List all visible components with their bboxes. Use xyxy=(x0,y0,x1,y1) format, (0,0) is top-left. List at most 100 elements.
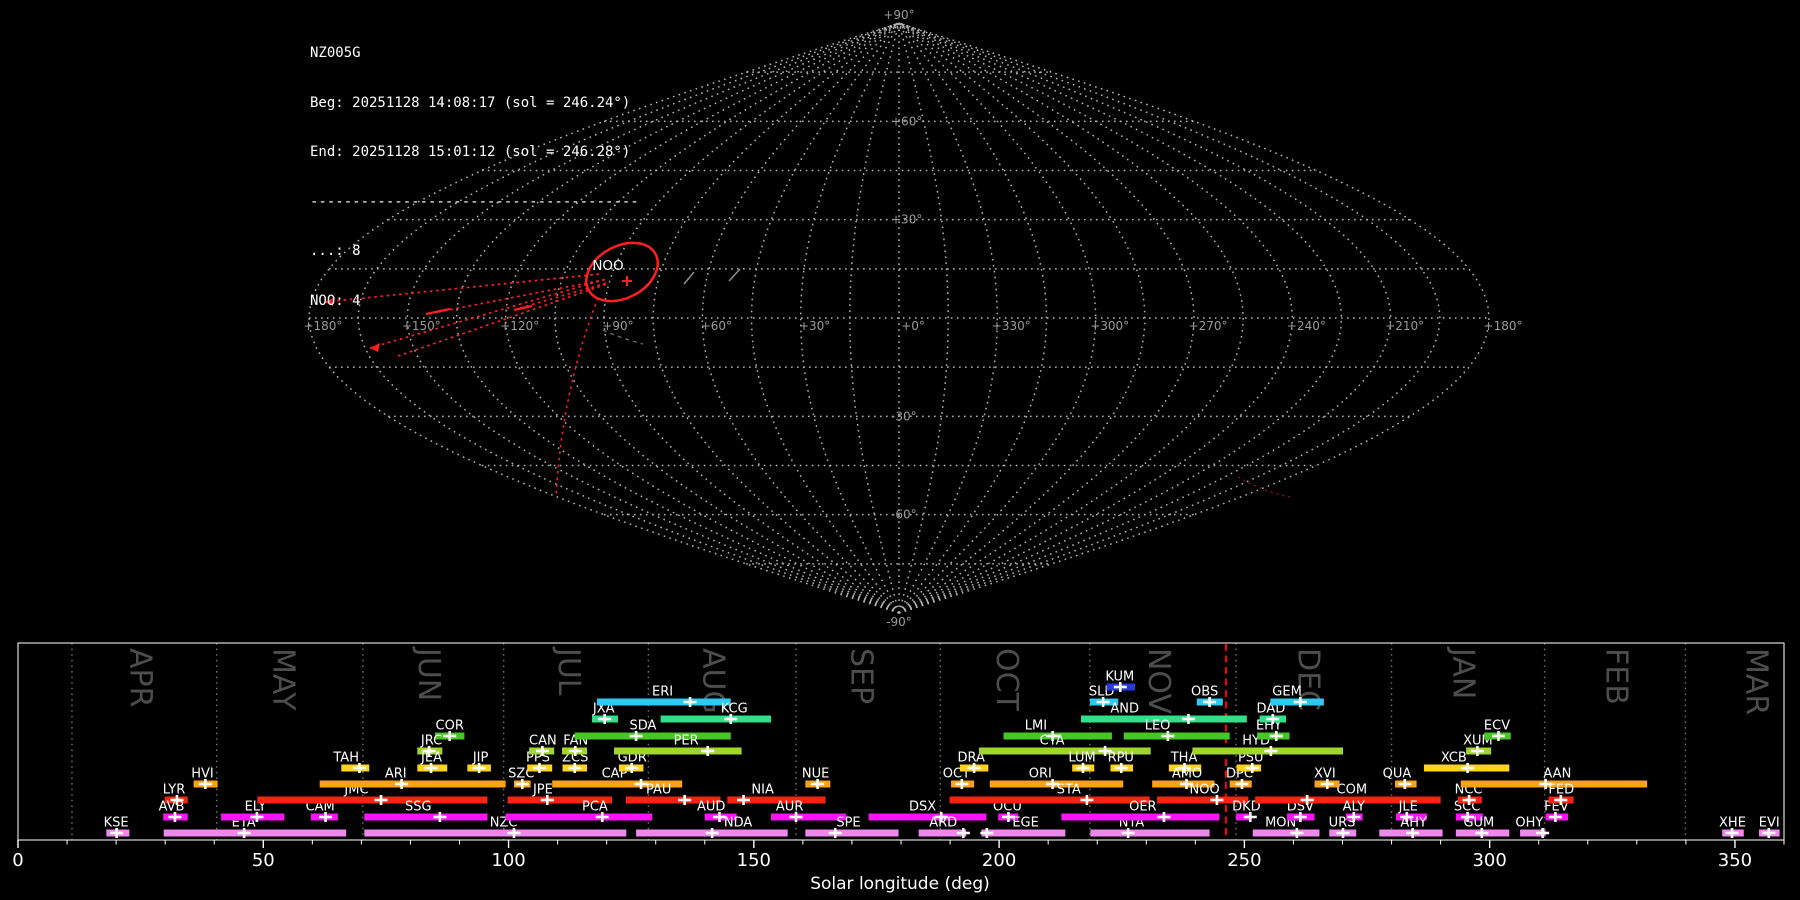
shower-label-ard: ARD xyxy=(929,816,957,831)
shower-qua: QUA xyxy=(1383,767,1417,789)
shower-label-lum: LUM xyxy=(1068,751,1095,766)
shower-label-avb: AVB xyxy=(159,800,185,815)
shower-label-xvi: XVI xyxy=(1314,767,1336,782)
month-label-apr: APR xyxy=(123,648,158,707)
shower-bar-ari xyxy=(319,780,506,788)
shower-fed: FED xyxy=(1548,783,1574,805)
faint-red-arc xyxy=(1237,476,1291,498)
map-pole-top-label: +90° xyxy=(883,8,914,22)
shower-bar-dsx xyxy=(868,813,987,821)
shower-lum: LUM xyxy=(1068,751,1096,773)
shower-kse: KSE xyxy=(104,816,130,838)
shower-label-nia: NIA xyxy=(751,783,774,798)
map-lon-label: +210° xyxy=(1385,319,1424,333)
shower-label-leo: LEO xyxy=(1145,719,1171,734)
month-label-sep: SEP xyxy=(844,648,879,704)
month-label-feb: FEB xyxy=(1599,648,1634,705)
shower-hvi: HVI xyxy=(191,767,218,789)
shower-bar-nzc xyxy=(364,829,627,837)
shower-bar-aur xyxy=(771,813,847,821)
header-separator: --------------------------------------- xyxy=(310,193,639,210)
month-label-may: MAY xyxy=(265,648,300,711)
count-unassigned: ...: 8 xyxy=(310,243,361,259)
map-lat-label: +30° xyxy=(891,213,922,227)
shower-label-ahy: AHY xyxy=(1400,816,1427,831)
activity-timeline: APR MAY JUN JUL AUG SEP OCT NOV DEC JAN FEB MARKSEH… xyxy=(12,642,1785,894)
shower-gum: GUM xyxy=(1455,816,1510,838)
shower-rpu: RPU xyxy=(1108,751,1134,773)
month-label-jun: JUN xyxy=(411,646,446,701)
month-label-oct: OCT xyxy=(989,648,1024,712)
shower-bar-eta xyxy=(163,829,347,837)
shower-evi: EVI xyxy=(1759,816,1780,838)
sporadic-mark xyxy=(728,268,741,282)
shower-label-aly: ALY xyxy=(1343,800,1365,815)
begin-time-line: Beg: 20251128 14:08:17 (sol = 246.24°) xyxy=(310,94,631,111)
x-tick-label: 0 xyxy=(12,850,23,871)
shower-bar-sda xyxy=(574,732,731,740)
shower-label-gum: GUM xyxy=(1463,816,1494,831)
shower-label-jrc: JRC xyxy=(420,734,442,749)
shower-kum: KUM xyxy=(1105,670,1135,692)
shower-label-xhe: XHE xyxy=(1719,816,1746,831)
map-lon-label: +240° xyxy=(1287,319,1326,333)
shower-label-jea: JEA xyxy=(420,751,442,766)
x-tick-label: 50 xyxy=(252,850,275,871)
map-lon-label: +330° xyxy=(992,319,1031,333)
shower-label-obs: OBS xyxy=(1191,685,1218,700)
shower-label-cor: COR xyxy=(436,719,464,734)
shower-label-ari: ARI xyxy=(385,767,407,782)
shower-aly: ALY xyxy=(1343,800,1365,822)
shower-can: CAN xyxy=(529,734,557,756)
shower-label-ege: EGE xyxy=(1012,816,1039,831)
shower-bar-mon xyxy=(1252,829,1320,837)
shower-obs: OBS xyxy=(1191,685,1223,707)
shower-nue: NUE xyxy=(802,767,831,789)
shower-label-aur: AUR xyxy=(776,800,803,815)
shower-label-qua: QUA xyxy=(1383,767,1412,782)
x-tick-label: 100 xyxy=(491,850,525,871)
shower-bar-spe xyxy=(805,829,899,837)
shower-label-kse: KSE xyxy=(104,816,129,831)
shower-label-com: COM xyxy=(1337,783,1368,798)
shower-label-sda: SDA xyxy=(629,719,656,734)
shower-label-per: PER xyxy=(674,734,699,749)
shower-label-sta: STA xyxy=(1057,783,1081,798)
shower-label-gem: GEM xyxy=(1272,685,1302,700)
shower-ohy: OHY xyxy=(1515,816,1550,838)
shower-label-kum: KUM xyxy=(1105,670,1134,685)
map-lon-label: +0° xyxy=(901,319,925,333)
shower-label-pca: PCA xyxy=(582,800,608,815)
shower-label-lmi: LMI xyxy=(1025,719,1047,734)
map-meridian xyxy=(898,22,1441,614)
shower-ecv: ECV xyxy=(1484,719,1511,741)
map-pole-bottom-label: -90° xyxy=(886,615,912,629)
shower-label-oer: OER xyxy=(1129,800,1156,815)
shower-bar-per xyxy=(614,747,742,755)
map-lat-label: -60° xyxy=(891,508,917,522)
shower-bar-pca xyxy=(505,813,653,821)
shower-bar-ssg xyxy=(364,813,488,821)
shower-label-fed: FED xyxy=(1548,783,1574,798)
plot-header: NZ005G Beg: 20251128 14:08:17 (sol = 246… xyxy=(310,12,639,342)
shower-label-and: AND xyxy=(1110,702,1139,717)
shower-label-aan: AAN xyxy=(1543,767,1571,782)
shower-label-amo: AMO xyxy=(1172,767,1202,782)
map-lat-label: +60° xyxy=(891,114,922,128)
end-time-line: End: 20251128 15:01:12 (sol = 246.28°) xyxy=(310,144,631,160)
x-tick-label: 300 xyxy=(1472,850,1506,871)
shower-xvi: XVI xyxy=(1314,767,1340,789)
shower-label-rpu: RPU xyxy=(1108,751,1134,766)
plot-canvas: +90°-90°+60°+30°-30°-60°+180° +150° +120° +… xyxy=(12,8,1785,894)
x-tick-label: 350 xyxy=(1718,850,1752,871)
month-label-nov: NOV xyxy=(1141,648,1176,715)
shower-label-hvi: HVI xyxy=(191,767,214,782)
shower-label-evi: EVI xyxy=(1759,816,1780,831)
shower-bar-nta xyxy=(1090,829,1210,837)
map-meridian xyxy=(701,22,900,614)
shower-label-spe: SPE xyxy=(836,816,860,831)
shower-label-ori: ORI xyxy=(1029,767,1052,782)
shower-label-kcg: KCG xyxy=(721,702,748,717)
shower-label-xcb: XCB xyxy=(1441,751,1467,766)
shower-tah: TAH xyxy=(332,751,370,773)
